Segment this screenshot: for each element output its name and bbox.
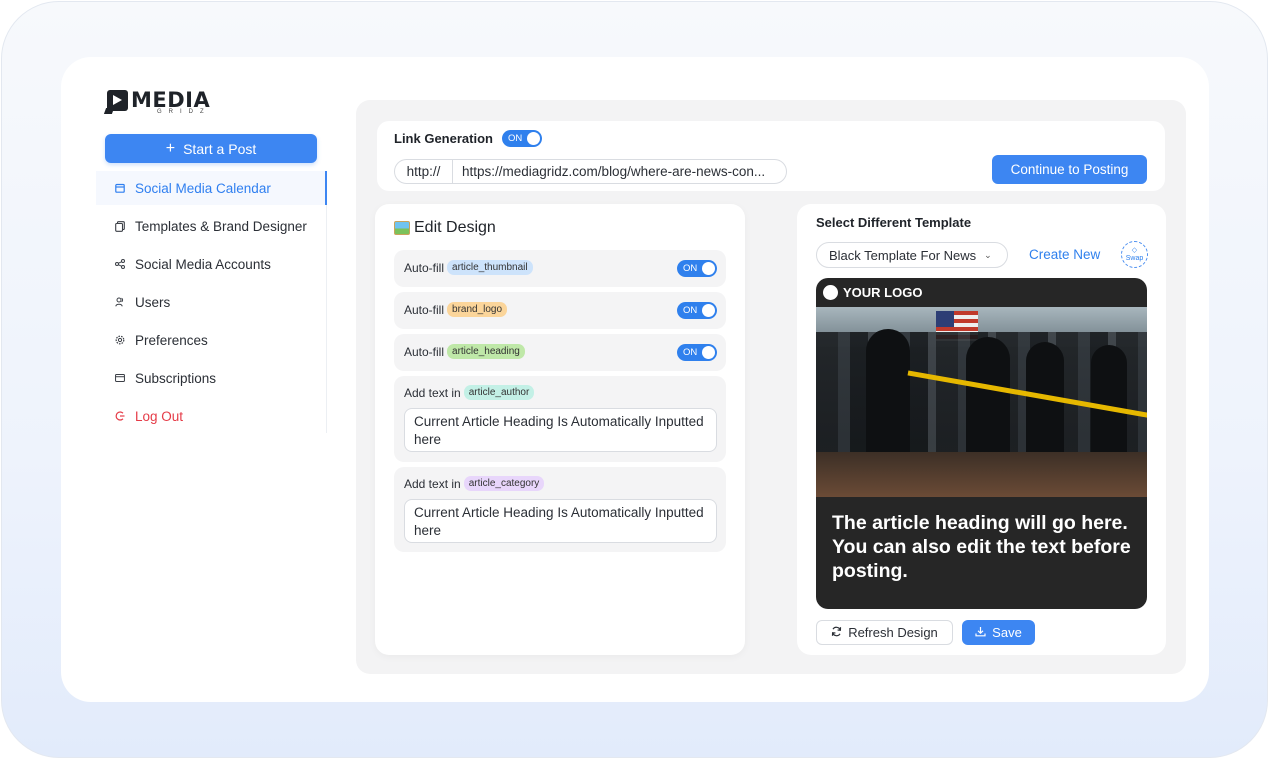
autofill-text: Auto-fill <box>404 260 445 275</box>
article-thumbnail-image <box>816 307 1147 497</box>
sidebar-item-label: Preferences <box>135 332 208 348</box>
templates-icon <box>115 220 125 232</box>
logo-subword: GRIDZ <box>157 109 211 115</box>
your-logo-text: YOUR LOGO <box>843 285 923 300</box>
share-icon <box>115 259 125 269</box>
addtext-row-category: Add text in article_category Current Art… <box>394 467 726 552</box>
gear-icon <box>115 335 125 345</box>
url-input-group[interactable]: http:// https://mediagridz.com/blog/wher… <box>394 159 787 184</box>
template-select[interactable]: Black Template For News ⌄ <box>816 242 1008 268</box>
autofill-row-brand-logo: Auto-fill brand_logo ON <box>394 292 726 329</box>
sidebar-item-preferences[interactable]: Preferences <box>96 323 326 357</box>
addtext-row-author: Add text in article_author Current Artic… <box>394 376 726 462</box>
addtext-label: Add text in article_author <box>404 385 535 400</box>
tag-article-author: article_author <box>463 385 535 400</box>
article-author-textarea[interactable]: Current Article Heading Is Automatically… <box>404 408 717 452</box>
create-new-link[interactable]: Create New <box>1029 247 1100 262</box>
toggle-label: ON <box>683 347 698 358</box>
template-select-value: Black Template For News <box>829 247 977 263</box>
media-gridz-logo: MEDIA GRIDZ <box>107 88 247 118</box>
chevron-down-icon: ⌄ <box>984 249 992 260</box>
start-post-label: Start a Post <box>183 140 257 157</box>
tag-article-category: article_category <box>463 476 545 491</box>
logout-icon <box>115 411 125 421</box>
autofill-thumbnail-toggle[interactable]: ON <box>677 260 717 277</box>
logo-placeholder-icon <box>823 285 838 300</box>
edit-design-title: Edit Design <box>394 219 496 237</box>
users-icon <box>115 297 125 307</box>
refresh-icon <box>831 625 842 640</box>
select-template-title: Select Different Template <box>816 215 972 230</box>
refresh-label: Refresh Design <box>848 625 938 640</box>
your-logo-badge: YOUR LOGO <box>823 285 922 300</box>
refresh-design-button[interactable]: Refresh Design <box>816 620 953 645</box>
post-heading-text: The article heading will go here. You ca… <box>832 512 1131 582</box>
sidebar-item-label: Social Media Calendar <box>135 180 271 196</box>
toggle-label: ON <box>683 305 698 316</box>
sidebar-item-users[interactable]: Users <box>96 285 326 319</box>
link-generation-toggle[interactable]: ON <box>502 130 542 147</box>
tag-article-thumbnail: article_thumbnail <box>447 260 533 275</box>
addtext-text: Add text in <box>404 385 461 400</box>
url-input[interactable]: https://mediagridz.com/blog/where-are-ne… <box>453 164 783 179</box>
url-prefix[interactable]: http:// <box>395 160 453 183</box>
sidebar-item-logout[interactable]: Log Out <box>96 399 326 433</box>
logo-mark-icon <box>107 90 128 111</box>
continue-to-posting-button[interactable]: Continue to Posting <box>992 155 1147 184</box>
autofill-heading-toggle[interactable]: ON <box>677 344 717 361</box>
autofill-label: Auto-fill brand_logo <box>404 302 508 317</box>
sidebar-item-label: Log Out <box>135 408 184 424</box>
toggle-label: ON <box>508 133 523 144</box>
sidebar-item-social-media-calendar[interactable]: Social Media Calendar <box>96 171 327 205</box>
toggle-label: ON <box>683 263 698 274</box>
sidebar-item-label: Users <box>135 294 171 310</box>
start-post-button[interactable]: + Start a Post <box>105 134 317 163</box>
tag-article-heading: article_heading <box>447 344 525 359</box>
edit-design-title-text: Edit Design <box>414 219 496 236</box>
sidebar-item-subscriptions[interactable]: Subscriptions <box>96 361 326 395</box>
sidebar-item-social-media-accounts[interactable]: Social Media Accounts <box>96 247 326 281</box>
sidebar-item-label: Social Media Accounts <box>135 256 271 272</box>
sidebar-item-templates[interactable]: Templates & Brand Designer <box>96 209 326 243</box>
addtext-label: Add text in article_category <box>404 476 545 491</box>
autofill-row-thumbnail: Auto-fill article_thumbnail ON <box>394 250 726 287</box>
link-generation-title: Link Generation <box>394 131 493 146</box>
post-preview: YOUR LOGO The article heading will go he… <box>816 278 1147 609</box>
plus-icon: + <box>165 139 176 157</box>
autofill-row-heading: Auto-fill article_heading ON <box>394 334 726 371</box>
card-icon <box>115 373 125 383</box>
save-button[interactable]: Save <box>962 620 1035 645</box>
photo-ground <box>816 452 1147 497</box>
autofill-brand-logo-toggle[interactable]: ON <box>677 302 717 319</box>
sidebar-item-label: Templates & Brand Designer <box>135 218 307 234</box>
sidebar-item-label: Subscriptions <box>135 370 217 386</box>
save-label: Save <box>992 625 1022 640</box>
autofill-label: Auto-fill article_heading <box>404 344 525 359</box>
calendar-icon <box>115 183 125 193</box>
swap-button[interactable]: ◇ Swap <box>1121 241 1148 268</box>
picture-icon <box>394 221 410 235</box>
sidebar-nav: Social Media Calendar Templates & Brand … <box>96 171 327 433</box>
article-category-textarea[interactable]: Current Article Heading Is Automatically… <box>404 499 717 543</box>
swap-icon: ◇ <box>1131 246 1138 254</box>
autofill-text: Auto-fill <box>404 344 445 359</box>
swap-label: Swap <box>1125 254 1144 262</box>
tag-brand-logo: brand_logo <box>447 302 508 317</box>
addtext-text: Add text in <box>404 476 461 491</box>
download-icon <box>975 625 986 640</box>
autofill-text: Auto-fill <box>404 302 445 317</box>
autofill-label: Auto-fill article_thumbnail <box>404 260 533 275</box>
